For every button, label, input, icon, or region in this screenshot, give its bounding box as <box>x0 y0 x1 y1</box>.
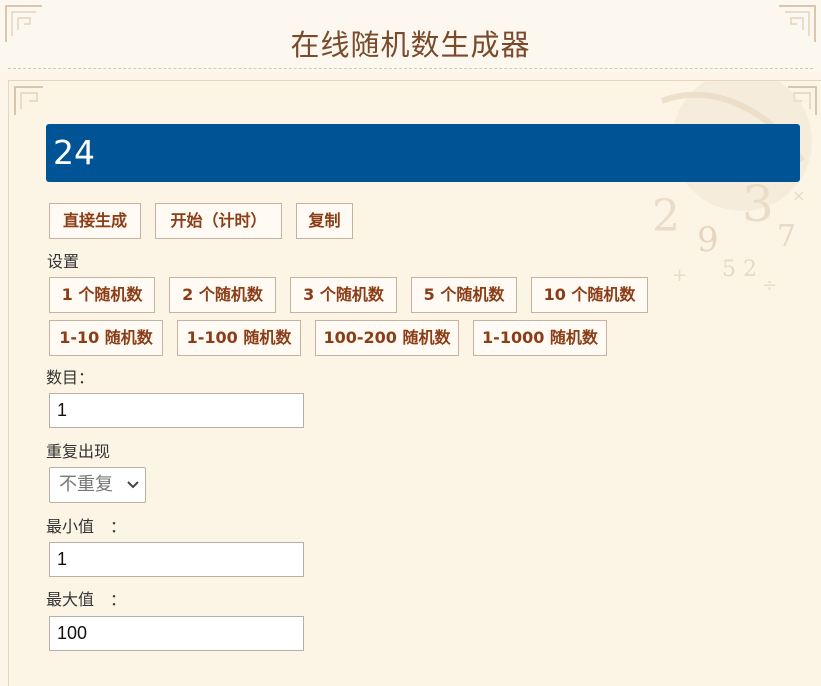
svg-text:÷: ÷ <box>762 275 777 296</box>
preset-count-3-button[interactable]: 3 个随机数 <box>290 277 397 313</box>
max-label: 最大值 ： <box>46 590 127 609</box>
generate-button[interactable]: 直接生成 <box>49 203 141 239</box>
preset-range-1-100-button[interactable]: 1-100 随机数 <box>177 320 301 356</box>
count-label: 数目： <box>46 368 95 387</box>
preset-count-2-button[interactable]: 2 个随机数 <box>169 277 276 313</box>
preset-count-1-button[interactable]: 1 个随机数 <box>49 277 155 313</box>
svg-text:+: + <box>672 265 687 286</box>
main-panel: 2 9 3 7 5 2 + ÷ × 24 直接生成 开始（计时） 复制 设置 1… <box>8 80 821 686</box>
svg-text:×: × <box>792 186 805 205</box>
corner-ornament-icon <box>14 86 43 115</box>
count-input[interactable] <box>49 393 304 428</box>
min-label: 最小值 ： <box>46 517 127 536</box>
chevron-down-icon <box>127 481 139 489</box>
copy-button[interactable]: 复制 <box>296 203 353 239</box>
preset-range-100-200-button[interactable]: 100-200 随机数 <box>315 320 459 356</box>
svg-text:3: 3 <box>742 175 774 233</box>
svg-text:2: 2 <box>652 191 680 242</box>
svg-text:5 2: 5 2 <box>722 257 757 282</box>
result-display: 24 <box>46 124 800 182</box>
page-header: 在线随机数生成器 <box>0 0 821 72</box>
svg-text:7: 7 <box>777 219 796 254</box>
repeat-select-value: 不重复 <box>59 474 113 495</box>
page-title: 在线随机数生成器 <box>290 28 531 62</box>
preset-range-1-10-button[interactable]: 1-10 随机数 <box>49 320 163 356</box>
settings-label: 设置 <box>47 252 80 271</box>
preset-count-10-button[interactable]: 10 个随机数 <box>531 277 648 313</box>
preset-range-1-1000-button[interactable]: 1-1000 随机数 <box>473 320 607 356</box>
repeat-select[interactable]: 不重复 <box>49 467 146 503</box>
preset-count-5-button[interactable]: 5 个随机数 <box>411 277 517 313</box>
header-divider <box>8 68 813 69</box>
max-value-input[interactable] <box>49 616 304 651</box>
repeat-label: 重复出现 <box>46 442 111 461</box>
svg-text:9: 9 <box>697 220 719 260</box>
start-timer-button[interactable]: 开始（计时） <box>155 203 282 239</box>
min-value-input[interactable] <box>49 542 304 577</box>
